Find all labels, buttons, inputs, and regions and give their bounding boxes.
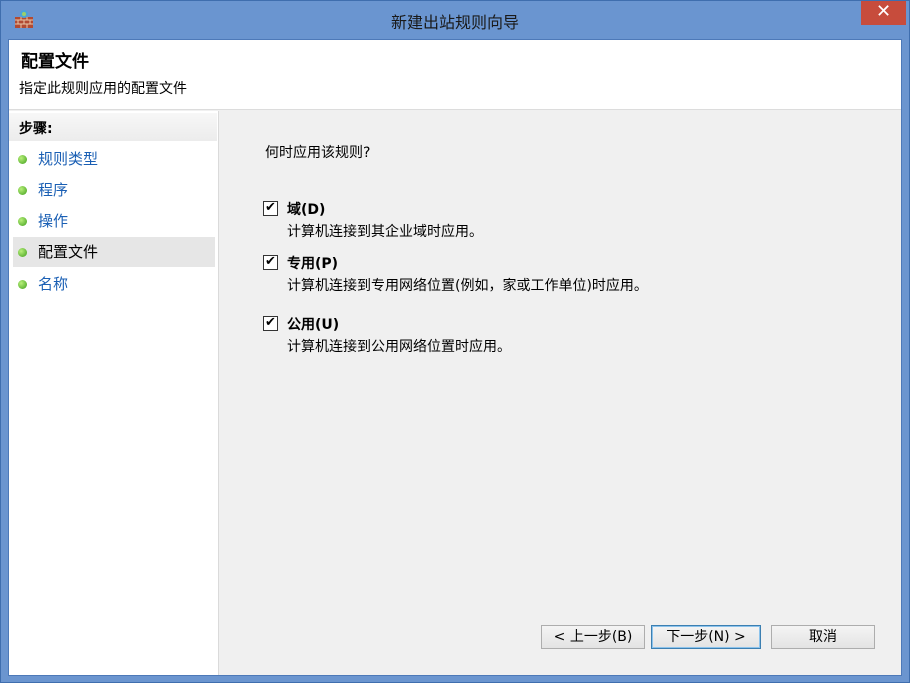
step-label: 操作 bbox=[38, 212, 69, 230]
private-checkbox[interactable]: ✔ bbox=[263, 255, 278, 270]
page-title: 配置文件 bbox=[21, 52, 89, 72]
profile-content: 何时应用该规则? ✔ 域(D) 计算机连接到其企业域时应用。 ✔ 专用(P) 计… bbox=[221, 112, 899, 674]
domain-checkbox[interactable]: ✔ bbox=[263, 201, 278, 216]
domain-label[interactable]: 域(D) bbox=[287, 199, 325, 219]
step-label: 配置文件 bbox=[38, 243, 99, 261]
page-description: 指定此规则应用的配置文件 bbox=[19, 81, 187, 97]
window-title: 新建出站规则向导 bbox=[390, 13, 519, 32]
checkmark-icon: ✔ bbox=[265, 254, 276, 269]
step-dot-icon bbox=[18, 217, 27, 226]
private-description: 计算机连接到专用网络位置(例如，家或工作单位)时应用。 bbox=[287, 278, 648, 294]
step-label: 规则类型 bbox=[38, 150, 99, 168]
wizard-window: 新建出站规则向导 ✕ 配置文件 指定此规则应用的配置文件 步骤: 规则类型 程序… bbox=[0, 0, 910, 683]
step-dot-icon bbox=[18, 186, 27, 195]
step-dot-icon bbox=[18, 280, 27, 289]
step-label: 程序 bbox=[38, 181, 69, 199]
page-header: 配置文件 指定此规则应用的配置文件 bbox=[9, 40, 901, 110]
step-program[interactable]: 程序 bbox=[13, 175, 215, 205]
step-profile[interactable]: 配置文件 bbox=[13, 237, 215, 267]
steps-heading: 步骤: bbox=[9, 113, 217, 141]
public-checkbox[interactable]: ✔ bbox=[263, 316, 278, 331]
domain-description: 计算机连接到其企业域时应用。 bbox=[287, 224, 483, 240]
step-dot-icon bbox=[18, 155, 27, 164]
step-label: 名称 bbox=[38, 275, 69, 293]
step-dot-icon bbox=[18, 248, 27, 257]
checkmark-icon: ✔ bbox=[265, 315, 276, 330]
close-button[interactable]: ✕ bbox=[861, 1, 906, 25]
cancel-button[interactable]: 取消 bbox=[771, 625, 875, 649]
title-bar[interactable]: 新建出站规则向导 ✕ bbox=[1, 1, 909, 39]
public-label[interactable]: 公用(U) bbox=[287, 314, 339, 334]
private-label[interactable]: 专用(P) bbox=[287, 253, 338, 273]
next-button[interactable]: 下一步(N) > bbox=[651, 625, 761, 649]
step-action[interactable]: 操作 bbox=[13, 206, 215, 236]
back-button[interactable]: < 上一步(B) bbox=[541, 625, 645, 649]
public-description: 计算机连接到公用网络位置时应用。 bbox=[287, 339, 511, 355]
checkmark-icon: ✔ bbox=[265, 200, 276, 215]
step-rule-type[interactable]: 规则类型 bbox=[13, 144, 215, 174]
steps-sidebar: 步骤: 规则类型 程序 操作 配置文件 名称 bbox=[9, 111, 219, 675]
step-name[interactable]: 名称 bbox=[13, 269, 215, 299]
wizard-client: 配置文件 指定此规则应用的配置文件 步骤: 规则类型 程序 操作 配置文件 名称… bbox=[8, 39, 902, 676]
question-text: 何时应用该规则? bbox=[265, 145, 371, 161]
close-icon: ✕ bbox=[875, 1, 892, 22]
